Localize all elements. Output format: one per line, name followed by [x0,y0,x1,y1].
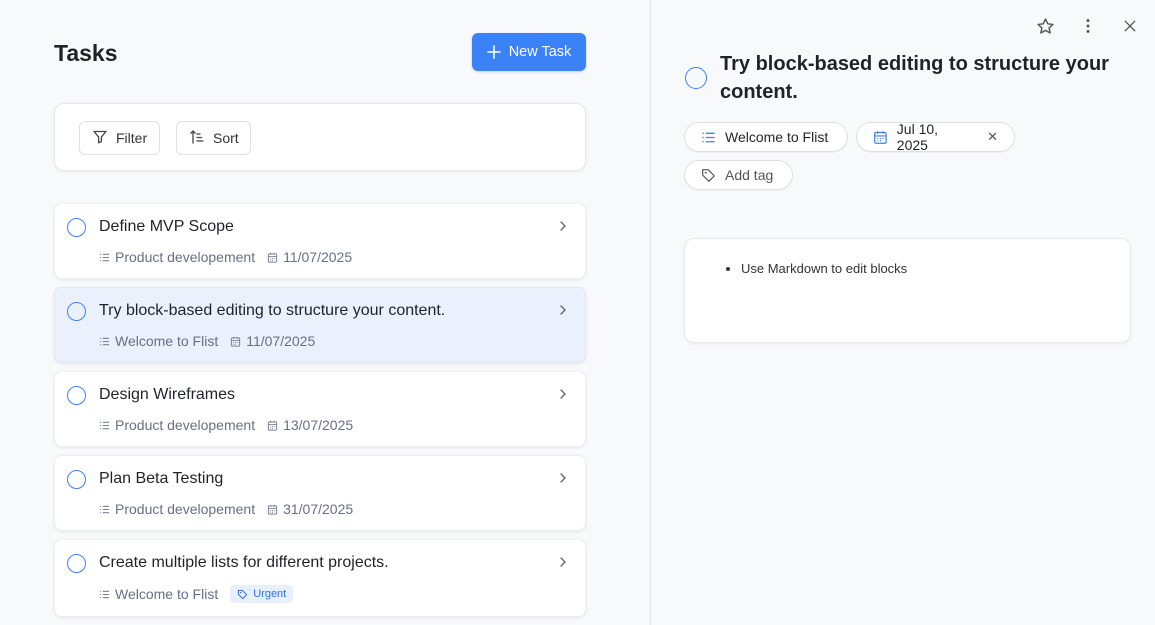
task-meta: Product developement 11/07/2025 [99,249,364,265]
filter-button[interactable]: Filter [79,121,160,155]
task-list-name: Product developement [115,249,256,265]
date-chip-label: Jul 10, 2025 [896,121,939,153]
list-icon [99,505,110,513]
plus-icon [486,45,501,59]
task-row[interactable]: Create multiple lists for different proj… [54,539,586,617]
task-list-name: Product developement [115,501,256,517]
sort-button[interactable]: Sort [176,121,251,155]
star-icon[interactable] [1034,15,1056,37]
list-icon [702,132,715,142]
task-list-info: Product developement [99,501,255,517]
task-list-name: Product developement [115,417,256,433]
list-chip[interactable]: Welcome to Flist [684,122,848,152]
task-meta: Welcome to Flist Urgent [99,585,294,603]
new-task-label: New Task [508,44,572,60]
list-icon [99,337,110,345]
more-vertical-icon[interactable] [1077,15,1099,37]
detail-complete-checkbox[interactable] [685,67,707,89]
complete-checkbox[interactable] [67,302,86,321]
task-list-name: Welcome to Flist [115,586,219,602]
complete-checkbox[interactable] [67,554,86,573]
filter-sort-toolbar: Filter Sort [54,103,586,171]
clear-icon[interactable]: ✕ [987,129,998,145]
task-row[interactable]: Define MVP Scope Product developement 11… [54,203,586,279]
task-title: Plan Beta Testing [99,470,224,487]
task-title: Try block-based editing to structure you… [99,302,446,319]
task-list-info: Welcome to Flist [99,333,218,349]
sort-icon [189,129,205,148]
task-detail-pane: Try block-based editing to structure you… [651,0,1155,625]
task-row[interactable]: Plan Beta Testing Product developement 3… [54,455,586,531]
calendar-icon [231,336,241,347]
complete-checkbox[interactable] [67,218,86,237]
block-list: Use Markdown to edit blocks [719,261,907,276]
task-date: 31/07/2025 [283,501,354,517]
task-list-info: Welcome to Flist [99,586,218,602]
add-tag-label: Add tag [725,167,774,183]
tag-icon [238,589,248,599]
chevron-right-icon [560,473,566,483]
calendar-icon [267,420,278,431]
list-icon [99,590,110,598]
date-chip[interactable]: Jul 10, 2025 ✕ [856,121,1015,153]
chevron-right-icon [560,305,566,315]
task-list-name: Welcome to Flist [115,333,219,349]
list-chip-label: Welcome to Flist [725,129,829,145]
task-date: 11/07/2025 [246,333,316,349]
page-title: Tasks [54,40,118,66]
sort-label: Sort [213,130,239,146]
chevron-right-icon [560,221,566,231]
task-meta: Welcome to Flist 11/07/2025 [99,333,327,349]
chevron-right-icon [560,389,566,399]
task-date-info: 11/07/2025 [267,249,352,265]
task-list-pane: Tasks New Task Filter Sort Define MVP Sc… [0,0,650,625]
chevron-right-icon [560,557,566,567]
calendar-icon [874,130,887,144]
calendar-icon [267,252,278,263]
task-meta: Product developement 13/07/2025 [99,417,365,433]
list-icon [99,253,110,261]
complete-checkbox[interactable] [67,470,86,489]
task-row[interactable]: Design Wireframes Product developement 1… [54,371,586,447]
tag-icon [702,168,715,182]
task-list-info: Product developement [99,417,255,433]
task-date: 13/07/2025 [283,417,354,433]
detail-title[interactable]: Try block-based editing to structure you… [720,50,1120,106]
task-list-info: Product developement [99,249,255,265]
tag-label: Urgent [253,588,287,600]
new-task-button[interactable]: New Task [472,33,586,71]
filter-icon [92,129,108,148]
content-editor[interactable]: Use Markdown to edit blocks [684,238,1131,343]
bullet-block[interactable]: Use Markdown to edit blocks [741,261,907,276]
task-title: Create multiple lists for different proj… [99,554,389,571]
urgent-tag[interactable]: Urgent [230,585,294,603]
list-icon [99,421,110,429]
task-date: 11/07/2025 [283,249,353,265]
task-row[interactable]: Try block-based editing to structure you… [54,287,586,363]
close-icon[interactable] [1119,15,1141,37]
task-date-info: 13/07/2025 [267,417,353,433]
add-tag-button[interactable]: Add tag [684,160,793,190]
task-meta: Product developement 31/07/2025 [99,501,365,517]
task-date-info: 11/07/2025 [230,333,315,349]
task-title: Define MVP Scope [99,218,234,235]
complete-checkbox[interactable] [67,386,86,405]
calendar-icon [267,504,278,515]
filter-label: Filter [116,130,148,146]
task-date-info: 31/07/2025 [267,501,353,517]
task-title: Design Wireframes [99,386,236,403]
